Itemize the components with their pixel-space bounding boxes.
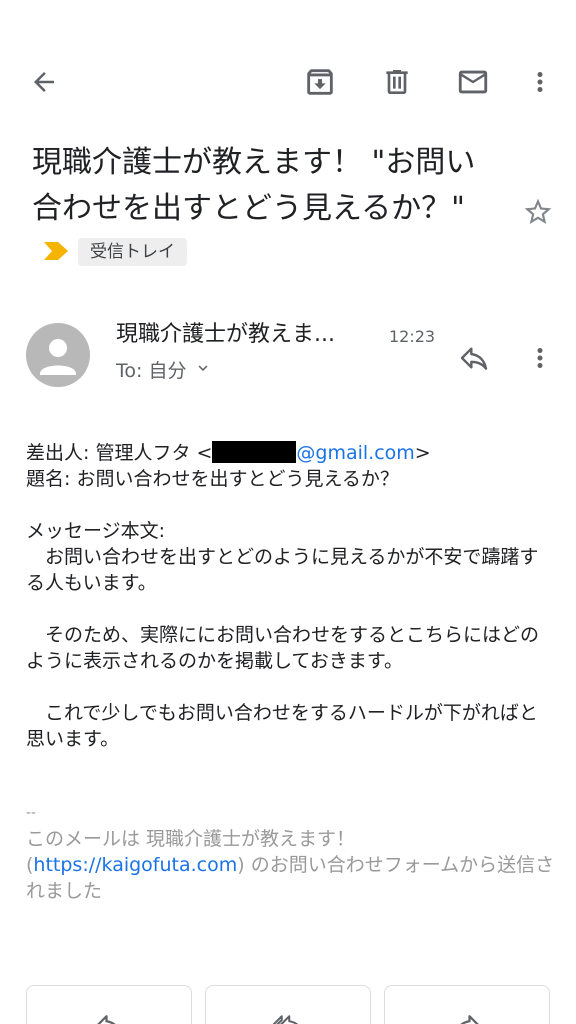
chevron-down-icon: [194, 356, 212, 386]
paragraph-1: お問い合わせを出すとどのように見えるかが不安で躊躇する人もいます。: [26, 546, 539, 594]
mail-icon: [458, 70, 488, 94]
email-subject: 現職介護士が教えます！ "お問い合わせを出すとどう見えるか？" 受信トレイ: [32, 140, 502, 279]
paragraph-3: これで少しでもお問い合わせをするハードルが下がればと思います。: [26, 702, 538, 750]
reply-icon: [97, 1015, 116, 1024]
trash-icon: [386, 70, 408, 94]
bottom-actions: [0, 985, 576, 1024]
signature-separator: --: [26, 805, 37, 821]
subject-text: 現職介護士が教えます！ "お問い合わせを出すとどう見えるか？": [32, 145, 476, 226]
message-header: 現職介護士が教えま... 12:23 To: 自分: [0, 318, 576, 398]
label-chip-inbox[interactable]: 受信トレイ: [78, 237, 187, 266]
more-vert-icon: [537, 72, 543, 92]
delete-button[interactable]: [373, 58, 421, 106]
from-line: 差出人: 管理人フタ < @gmail.com>: [26, 440, 556, 466]
message-body: 差出人: 管理人フタ < @gmail.com> 題名: お問い合わせを出すとどう…: [26, 440, 556, 752]
back-button[interactable]: [20, 58, 68, 106]
message-heading: メッセージ本文:: [26, 520, 166, 542]
sender-name[interactable]: 現職介護士が教えま...: [116, 318, 376, 352]
signature: -- このメールは 現職介護士が教えます！ (https://kaigofuta…: [26, 800, 556, 904]
paragraph-2: そのため、実際ににお問い合わせをするとこちらにはどのように表示されるのかを掲載し…: [26, 624, 540, 672]
star-button[interactable]: [518, 192, 558, 232]
signature-line-1: このメールは 現職介護士が教えます！: [26, 828, 356, 850]
avatar[interactable]: [26, 323, 90, 387]
more-vert-icon: [537, 348, 543, 368]
forward-icon: [460, 1015, 479, 1024]
reply-button[interactable]: [452, 336, 496, 380]
recipient-label: To: 自分: [116, 360, 187, 382]
redacted-block: [212, 441, 297, 463]
mark-unread-button[interactable]: [449, 58, 497, 106]
from-prefix: 差出人: 管理人フタ <: [26, 442, 213, 464]
recipient-details[interactable]: To: 自分: [116, 356, 212, 386]
importance-marker-icon[interactable]: [42, 230, 70, 276]
message-time: 12:23: [389, 327, 436, 346]
reply-icon: [460, 347, 488, 370]
subject-line: 題名: お問い合わせを出すとどう見えるか？: [26, 468, 399, 490]
signature-line-2: (https://kaigofuta.com) のお問い合わせフォームから送信さ…: [26, 852, 556, 904]
message-more-button[interactable]: [520, 336, 560, 380]
archive-button[interactable]: [296, 58, 344, 106]
top-toolbar: [0, 58, 576, 108]
reply-action-button[interactable]: [26, 985, 192, 1024]
email-link[interactable]: @gmail.com: [296, 442, 414, 464]
reply-all-action-button[interactable]: [205, 985, 371, 1024]
forward-action-button[interactable]: [384, 985, 550, 1024]
star-outline-icon: [524, 198, 552, 224]
website-link[interactable]: https://kaigofuta.com: [33, 854, 237, 876]
arrow-back-icon: [34, 72, 54, 92]
person-icon: [40, 339, 76, 375]
more-options-button[interactable]: [516, 58, 564, 106]
reply-all-icon: [273, 1015, 299, 1024]
from-suffix: >: [414, 442, 431, 464]
archive-icon: [307, 69, 333, 95]
